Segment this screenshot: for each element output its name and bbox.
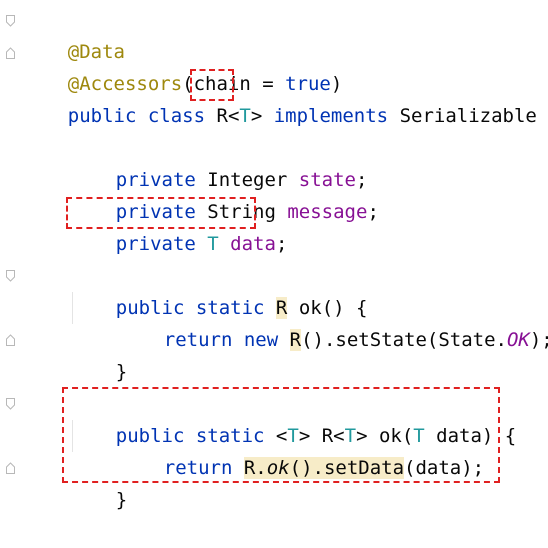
fold-marker-icon[interactable]	[6, 15, 15, 27]
annotation-box	[62, 387, 500, 483]
code-line[interactable]: return new R().setState(State.OK);	[118, 292, 548, 351]
code-text: );	[529, 329, 548, 351]
code-text: ().setState(State.	[301, 329, 507, 351]
keyword-token: public class	[67, 105, 217, 127]
field-token: data	[230, 233, 276, 255]
code-line[interactable]: public class R<T> implements Serializabl…	[22, 68, 548, 127]
keyword-token: private	[115, 233, 208, 255]
code-text: <	[227, 105, 240, 127]
code-editor[interactable]: @Data @Accessors(chain = true) public cl…	[0, 0, 548, 511]
class-name-token: R	[289, 329, 302, 351]
code-line[interactable]: public static R ok() {	[70, 260, 367, 319]
constant-token: OK	[506, 329, 530, 351]
fold-marker-icon[interactable]	[6, 334, 15, 346]
annotation-box	[66, 197, 256, 229]
code-text: Serializable {	[399, 105, 548, 127]
code-text: ;	[367, 201, 379, 223]
fold-marker-icon[interactable]	[6, 47, 15, 59]
class-name-token: R	[216, 105, 228, 127]
type-param-token: T	[207, 233, 231, 255]
type-param-token: T	[239, 105, 251, 127]
code-line[interactable]: @Accessors(chain = true)	[22, 36, 343, 95]
code-line[interactable]: private String message;	[70, 164, 379, 223]
field-token: message	[287, 201, 368, 223]
code-text: >	[250, 105, 263, 127]
fold-marker-icon[interactable]	[6, 270, 15, 282]
annotation-box	[190, 69, 234, 101]
keyword-token: implements	[262, 105, 400, 127]
fold-marker-icon[interactable]	[6, 398, 15, 410]
code-text: }	[115, 489, 128, 511]
code-line[interactable]: @Data	[22, 4, 125, 63]
code-text: }	[115, 361, 128, 383]
code-line[interactable]: }	[70, 324, 127, 383]
keyword-token: return new	[163, 329, 290, 351]
fold-marker-icon[interactable]	[6, 462, 15, 474]
code-text: ;	[275, 233, 288, 255]
code-line[interactable]: private Integer state;	[70, 132, 368, 191]
